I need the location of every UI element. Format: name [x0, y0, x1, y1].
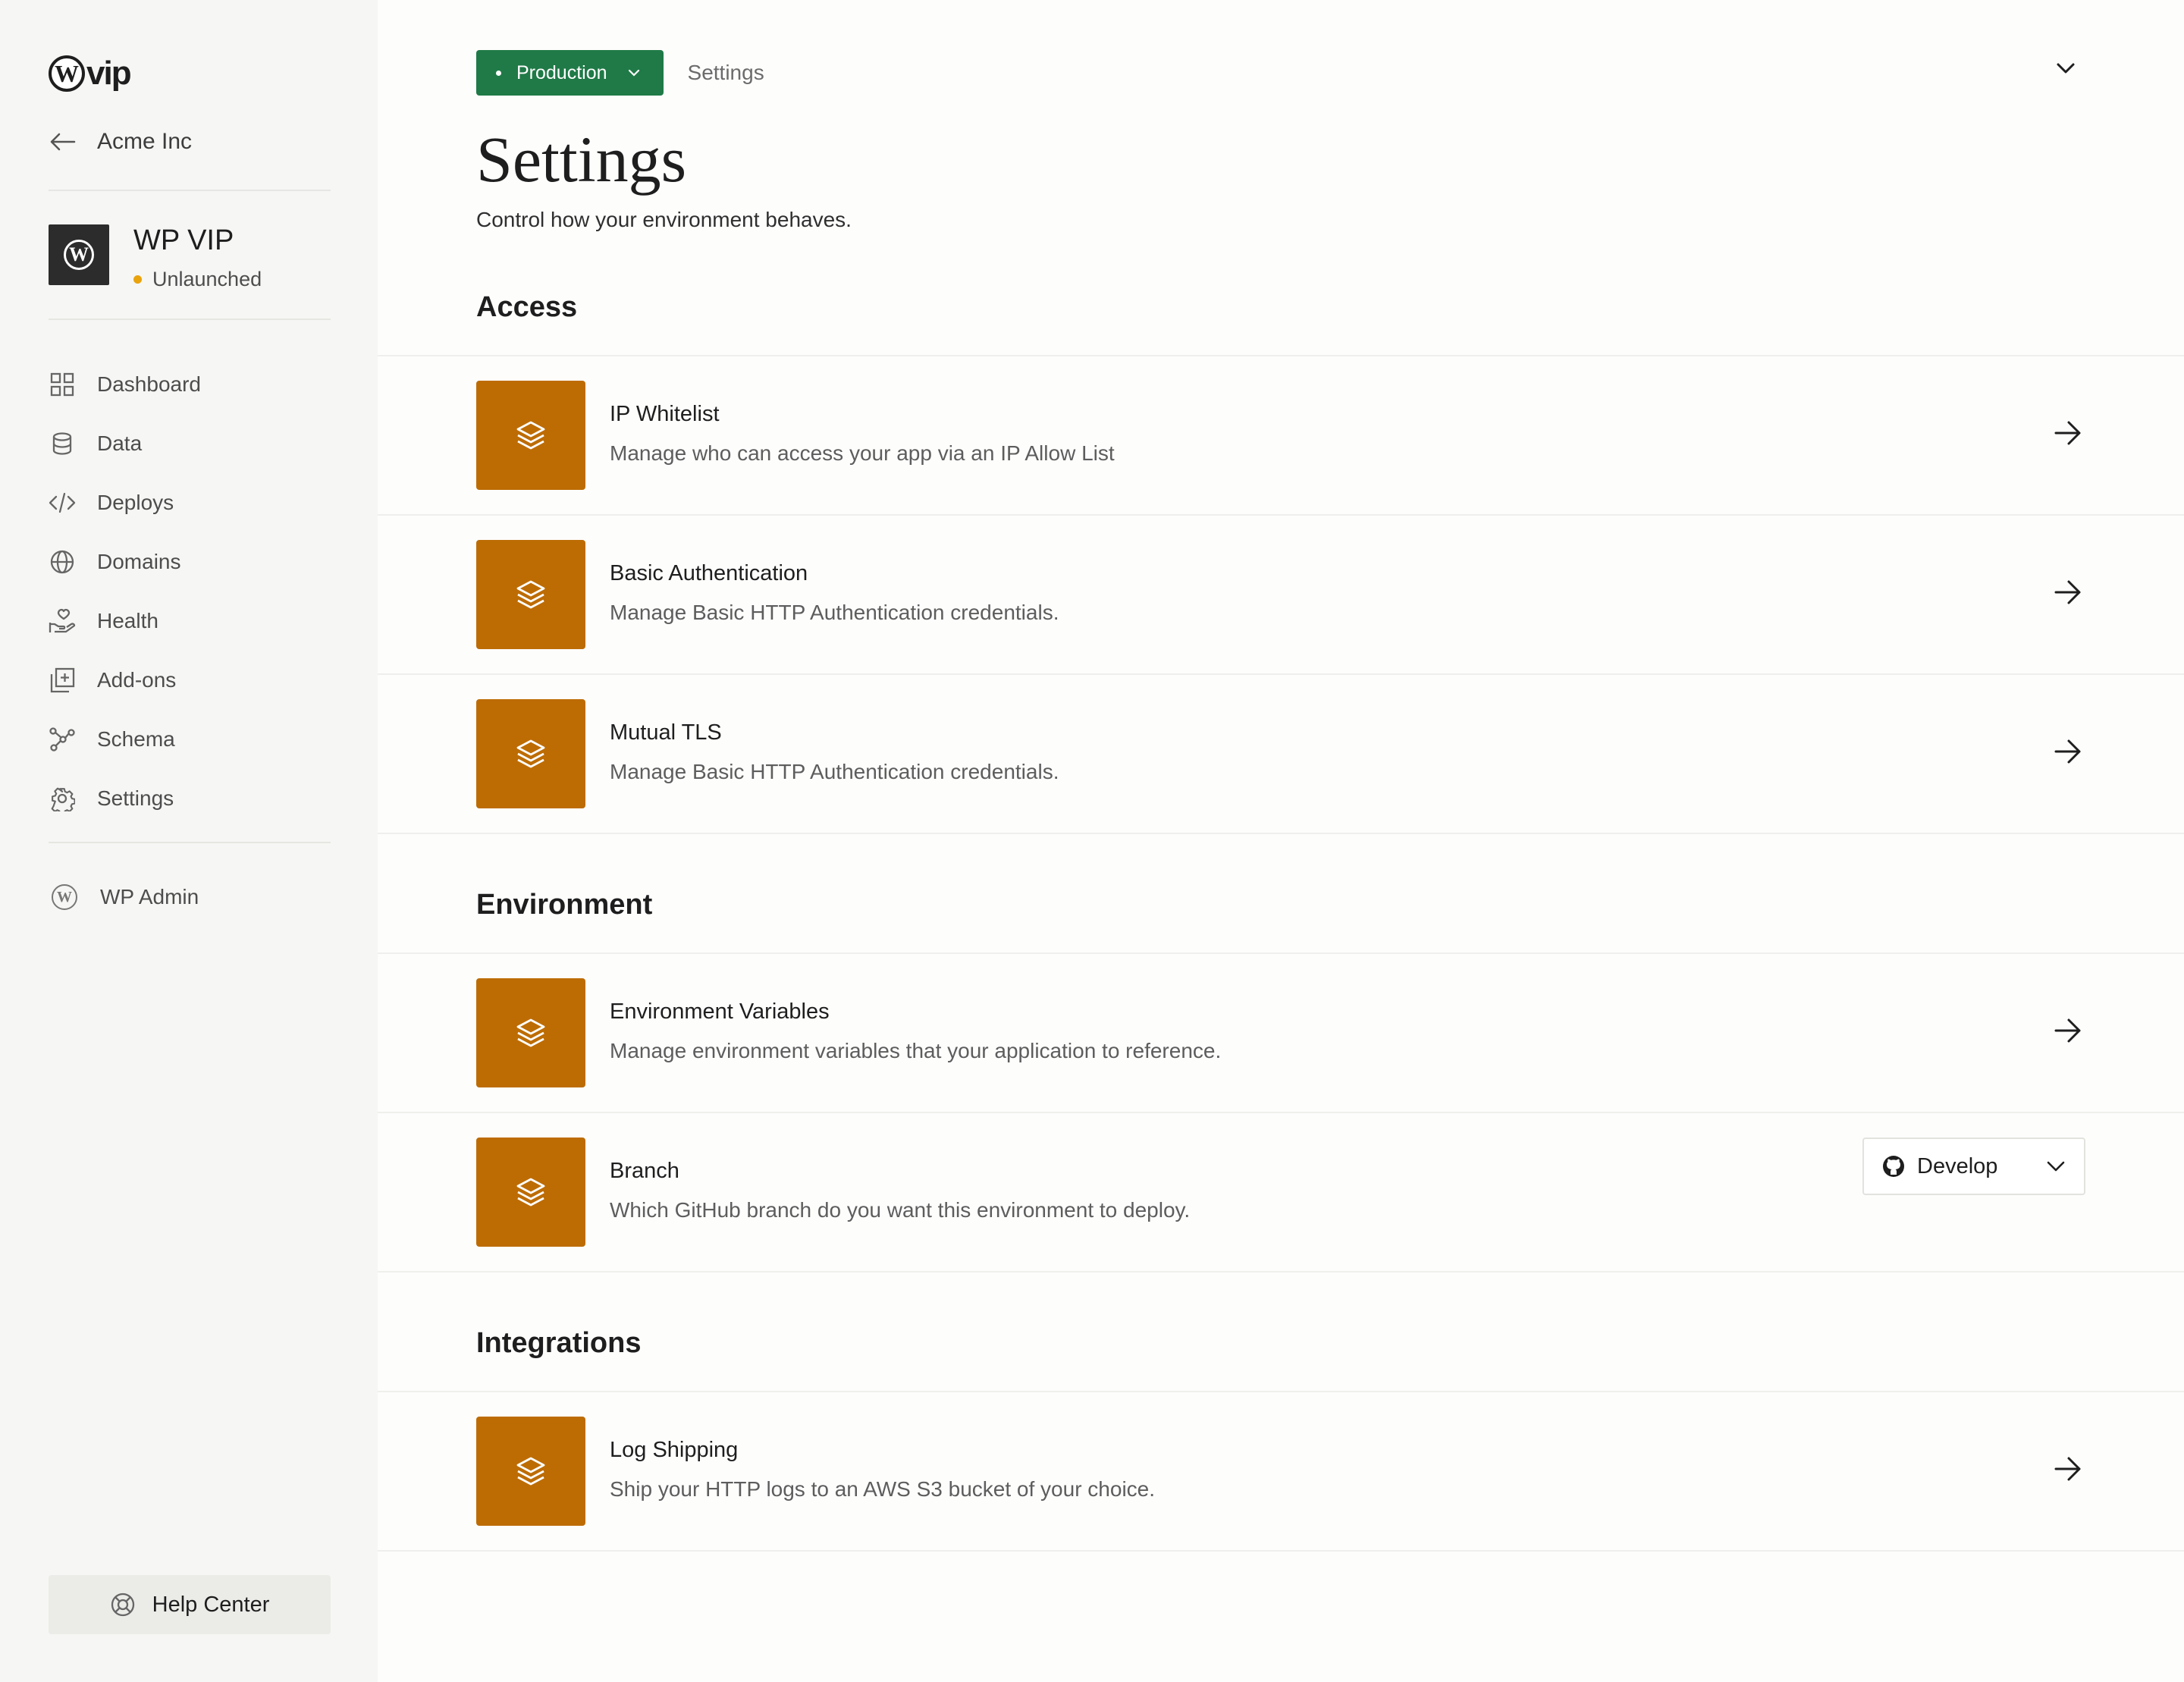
sidebar-divider: [49, 190, 331, 191]
site-status: Unlaunched: [133, 268, 262, 291]
branch-select[interactable]: Develop: [1862, 1138, 2085, 1195]
heart-hand-icon: [49, 607, 76, 635]
layers-icon: [476, 381, 585, 490]
site-card: W WP VIP Unlaunched: [49, 224, 262, 291]
layers-icon: [476, 1417, 585, 1526]
breadcrumb: Production Settings: [476, 50, 764, 96]
sidebar-divider: [49, 842, 331, 843]
wp-admin-link[interactable]: W WP Admin: [52, 884, 199, 910]
gear-icon: [49, 785, 76, 812]
sidebar-item-label: Add-ons: [97, 668, 177, 692]
breadcrumb-current: Settings: [687, 61, 764, 84]
help-center-label: Help Center: [152, 1592, 270, 1617]
row-description: Manage Basic HTTP Authentication credent…: [610, 601, 1059, 624]
github-icon: [1883, 1156, 1904, 1177]
add-square-icon: [49, 667, 76, 694]
environment-dot-icon: [496, 70, 501, 76]
sidebar-item-label: Health: [97, 609, 158, 632]
sidebar-item-label: Domains: [97, 550, 181, 573]
arrow-right-icon[interactable]: [2054, 739, 2082, 764]
row-description: Manage who can access your app via an IP…: [610, 441, 1115, 465]
sidebar: W vip Acme Inc W WP VIP Unlaunched Dashb…: [0, 0, 378, 1682]
wordpress-icon: W: [52, 884, 77, 910]
sidebar-item-dashboard[interactable]: Dashboard: [49, 355, 201, 414]
page-subtitle: Control how your environment behaves.: [476, 208, 852, 231]
section-title-access: Access: [476, 291, 578, 323]
network-icon: [49, 726, 76, 753]
layers-icon: [476, 1138, 585, 1247]
layers-icon: [476, 540, 585, 649]
row-title: Log Shipping: [610, 1438, 739, 1462]
wp-admin-label: WP Admin: [100, 885, 199, 908]
row-title: IP Whitelist: [610, 402, 720, 426]
sidebar-item-deploys[interactable]: Deploys: [49, 473, 201, 532]
sidebar-nav: Dashboard Data Deploys Domains Health Ad…: [49, 355, 201, 828]
branch-select-value: Develop: [1917, 1153, 1998, 1178]
row-title: Basic Authentication: [610, 561, 808, 585]
row-description: Which GitHub branch do you want this env…: [610, 1198, 1191, 1222]
globe-icon: [49, 548, 76, 576]
sidebar-item-label: Schema: [97, 727, 175, 751]
database-icon: [49, 430, 76, 457]
section-title-environment: Environment: [476, 889, 653, 921]
page-title: Settings: [476, 123, 687, 196]
sidebar-item-label: Dashboard: [97, 372, 201, 396]
setting-row-branch: Branch Which GitHub branch do you want t…: [378, 1113, 2184, 1272]
setting-row-mutual-tls[interactable]: Mutual TLS Manage Basic HTTP Authenticat…: [378, 675, 2184, 834]
arrow-left-icon: [50, 133, 76, 151]
wordpress-icon: W: [64, 240, 94, 270]
row-title: Branch: [610, 1159, 679, 1183]
row-title: Mutual TLS: [610, 720, 722, 745]
lifebuoy-icon: [111, 1593, 134, 1617]
row-title: Environment Variables: [610, 999, 830, 1024]
row-description: Manage Basic HTTP Authentication credent…: [610, 760, 1059, 783]
arrow-right-icon[interactable]: [2054, 420, 2082, 446]
section-title-integrations: Integrations: [476, 1327, 642, 1359]
status-dot-icon: [133, 275, 142, 284]
chevron-down-icon: [2047, 1161, 2065, 1172]
site-name: WP VIP: [133, 224, 234, 256]
help-center-button[interactable]: Help Center: [49, 1575, 331, 1634]
sidebar-item-health[interactable]: Health: [49, 592, 201, 651]
setting-row-environment-variables[interactable]: Environment Variables Manage environment…: [378, 954, 2184, 1113]
layers-icon: [476, 978, 585, 1087]
arrow-right-icon[interactable]: [2054, 579, 2082, 605]
sidebar-item-domains[interactable]: Domains: [49, 532, 201, 592]
environment-label: Production: [516, 61, 607, 83]
back-label: Acme Inc: [97, 129, 193, 154]
arrow-right-icon[interactable]: [2054, 1018, 2082, 1043]
sidebar-item-label: Settings: [97, 786, 174, 810]
chevron-down-icon[interactable]: [2055, 61, 2076, 76]
sidebar-item-label: Data: [97, 431, 143, 455]
sidebar-item-add-ons[interactable]: Add-ons: [49, 651, 201, 710]
back-to-org-link[interactable]: Acme Inc: [49, 129, 192, 155]
divider: [378, 1271, 2184, 1272]
divider: [378, 833, 2184, 834]
sidebar-item-data[interactable]: Data: [49, 414, 201, 473]
setting-row-log-shipping[interactable]: Log Shipping Ship your HTTP logs to an A…: [378, 1392, 2184, 1552]
sidebar-divider: [49, 319, 331, 320]
code-icon: [49, 489, 76, 516]
grid-icon: [49, 371, 76, 398]
site-status-label: Unlaunched: [152, 268, 262, 290]
divider: [378, 1550, 2184, 1552]
setting-row-ip-whitelist[interactable]: IP Whitelist Manage who can access your …: [378, 356, 2184, 516]
sidebar-item-label: Deploys: [97, 491, 174, 514]
sidebar-item-settings[interactable]: Settings: [49, 769, 201, 828]
row-description: Ship your HTTP logs to an AWS S3 bucket …: [610, 1477, 1156, 1501]
main-content: Production Settings Settings Control how…: [378, 0, 2184, 1682]
wordpress-logo-icon: W: [49, 55, 85, 92]
setting-row-basic-authentication[interactable]: Basic Authentication Manage Basic HTTP A…: [378, 516, 2184, 675]
arrow-right-icon[interactable]: [2054, 1456, 2082, 1482]
sidebar-item-schema[interactable]: Schema: [49, 710, 201, 769]
logo-text: vip: [86, 55, 132, 92]
layers-icon: [476, 699, 585, 808]
site-avatar: W: [49, 224, 109, 285]
row-description: Manage environment variables that your a…: [610, 1039, 1222, 1062]
vip-logo[interactable]: W vip: [49, 55, 132, 93]
chevron-down-icon: [628, 69, 639, 77]
environment-selector[interactable]: Production: [476, 50, 664, 96]
